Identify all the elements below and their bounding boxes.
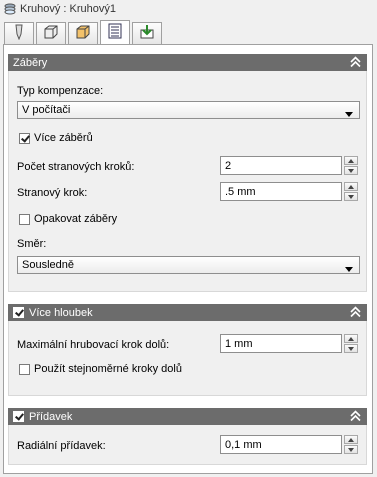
- direction-select[interactable]: Sousledně: [17, 256, 360, 274]
- layers-icon: [4, 3, 16, 15]
- even-steps-label: Použít stejnoměrné kroky dolů: [34, 363, 182, 375]
- tab-heights[interactable]: [68, 22, 98, 44]
- depths-section-title: Více hloubek: [29, 306, 93, 319]
- stock-section-title: Přídavek: [29, 410, 73, 423]
- passes-section-header[interactable]: Záběry: [8, 54, 367, 71]
- stock-section-body: Radiální přídavek: 0,1 mm: [8, 425, 367, 465]
- direction-value: Sousledně: [22, 259, 74, 271]
- tool-icon: [12, 24, 26, 43]
- spin-up-icon[interactable]: [344, 156, 358, 165]
- max-roughing-step-label: Maximální hrubovací krok dolů:: [17, 339, 170, 351]
- linking-icon: [139, 24, 155, 43]
- passes-section-title: Záběry: [13, 56, 48, 69]
- passes-section-body: Typ kompenzace: V počítači Více záběrů P…: [8, 71, 367, 292]
- depths-enable-checkbox[interactable]: [13, 307, 24, 318]
- chevron-down-icon: [345, 263, 353, 275]
- tab-linking[interactable]: [132, 22, 162, 44]
- spin-down-icon[interactable]: [344, 166, 358, 175]
- spin-up-icon[interactable]: [344, 182, 358, 191]
- compensation-type-value: V počítači: [22, 104, 71, 116]
- direction-label: Směr:: [17, 238, 47, 250]
- tab-bar: [4, 20, 164, 44]
- max-roughing-step-stepper[interactable]: 1 mm: [220, 334, 360, 353]
- spin-down-icon[interactable]: [344, 192, 358, 201]
- multiple-passes-label: Více záběrů: [34, 132, 93, 144]
- compensation-type-label: Typ kompenzace:: [17, 85, 104, 97]
- spin-up-icon[interactable]: [344, 435, 358, 444]
- stepover-count-field[interactable]: 2: [220, 156, 342, 175]
- radial-stock-label: Radiální přídavek:: [17, 440, 106, 452]
- tab-tool[interactable]: [4, 22, 34, 44]
- collapse-up-icon[interactable]: [350, 410, 361, 422]
- depths-section-header[interactable]: Více hloubek: [8, 304, 367, 321]
- stepover-stepper[interactable]: .5 mm: [220, 182, 360, 201]
- even-steps-checkbox[interactable]: [19, 364, 30, 375]
- stock-section-header[interactable]: Přídavek: [8, 408, 367, 425]
- spin-down-icon[interactable]: [344, 445, 358, 454]
- stepover-spin-buttons: [344, 182, 358, 201]
- passes-icon: [107, 23, 123, 42]
- tab-passes[interactable]: [100, 20, 130, 44]
- spin-up-icon[interactable]: [344, 334, 358, 343]
- chevron-down-icon: [345, 108, 353, 120]
- stock-enable-checkbox[interactable]: [13, 411, 24, 422]
- radial-stock-spin-buttons: [344, 435, 358, 454]
- repeat-passes-checkbox[interactable]: [19, 214, 30, 225]
- stepover-label: Stranový krok:: [17, 187, 88, 199]
- stepover-count-stepper[interactable]: 2: [220, 156, 360, 175]
- depths-section-body: Maximální hrubovací krok dolů: 1 mm Použ…: [8, 321, 367, 396]
- radial-stock-value: 0,1 mm: [225, 438, 262, 451]
- max-roughing-step-spin-buttons: [344, 334, 358, 353]
- stepover-count-spin-buttons: [344, 156, 358, 175]
- stepover-count-value: 2: [225, 159, 232, 172]
- radial-stock-stepper[interactable]: 0,1 mm: [220, 435, 360, 454]
- stepover-field[interactable]: .5 mm: [220, 182, 342, 201]
- radial-stock-field[interactable]: 0,1 mm: [220, 435, 342, 454]
- window-title-bar: Kruhový : Kruhový1: [0, 0, 377, 18]
- collapse-up-icon[interactable]: [350, 306, 361, 318]
- max-roughing-step-field[interactable]: 1 mm: [220, 334, 342, 353]
- compensation-type-select[interactable]: V počítači: [17, 101, 360, 119]
- spin-down-icon[interactable]: [344, 344, 358, 353]
- multiple-passes-checkbox[interactable]: [19, 133, 30, 144]
- window-title: Kruhový : Kruhový1: [20, 3, 116, 15]
- max-roughing-step-value: 1 mm: [225, 337, 253, 350]
- stepover-value: .5 mm: [225, 185, 256, 198]
- stock-box-icon: [43, 24, 59, 43]
- stepover-count-label: Počet stranových kroků:: [17, 161, 135, 173]
- repeat-passes-label: Opakovat záběry: [34, 213, 118, 225]
- heights-box-icon: [75, 24, 91, 43]
- tab-stock[interactable]: [36, 22, 66, 44]
- collapse-up-icon[interactable]: [350, 56, 361, 68]
